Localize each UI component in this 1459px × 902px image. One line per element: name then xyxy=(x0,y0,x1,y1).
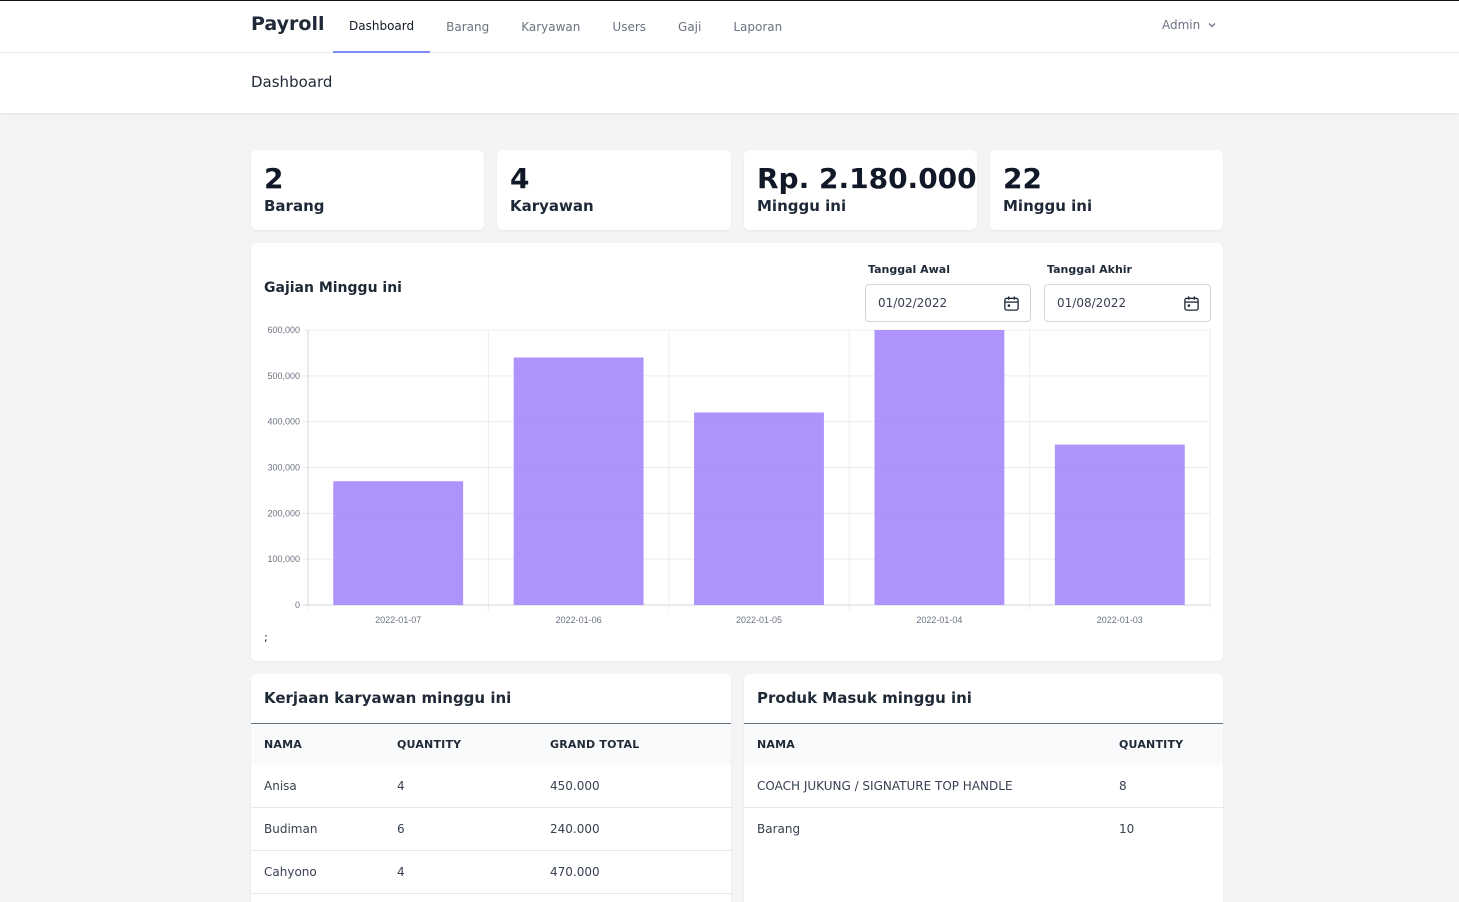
y-tick-label: 400,000 xyxy=(267,417,300,427)
user-name: Admin xyxy=(1162,18,1201,32)
col-quantity: QUANTITY xyxy=(1119,738,1184,751)
stat-label: Karyawan xyxy=(510,197,594,215)
chart-bar xyxy=(694,412,824,605)
main-nav: Dashboard Barang Karyawan Users Gaji Lap… xyxy=(333,1,798,53)
chart-title: Gajian Minggu ini xyxy=(264,280,402,296)
y-tick-label: 100,000 xyxy=(267,554,300,564)
cell-quantity: 10 xyxy=(1119,822,1135,836)
chart-bar xyxy=(333,481,464,605)
table-row: Cahyono 4 470.000 xyxy=(251,851,731,894)
cell-quantity: 4 xyxy=(397,779,405,793)
end-date-value: 01/08/2022 xyxy=(1057,296,1127,310)
stat-card-karyawan: 4 Karyawan xyxy=(497,150,731,230)
cell-nama: COACH JUKUNG / SIGNATURE TOP HANDLE xyxy=(757,779,1013,793)
stat-label: Minggu ini xyxy=(1003,197,1093,215)
nav-karyawan[interactable]: Karyawan xyxy=(505,1,596,53)
product-table-card: Produk Masuk minggu ini NAMA QUANTITY CO… xyxy=(744,674,1223,902)
x-tick-label: 2022-01-07 xyxy=(375,615,421,625)
table-row: Budiman 6 240.000 xyxy=(251,808,731,851)
calendar-icon[interactable] xyxy=(1003,295,1020,312)
work-table-title: Kerjaan karyawan minggu ini xyxy=(264,689,512,707)
stat-label: Barang xyxy=(264,197,325,215)
table-row: Barang 10 xyxy=(744,808,1223,851)
stat-card-minggu-ini: 22 Minggu ini xyxy=(990,150,1223,230)
chevron-down-icon xyxy=(1208,23,1216,28)
stat-card-barang: 2 Barang xyxy=(251,150,484,230)
table-header: NAMA QUANTITY GRAND TOTAL xyxy=(251,723,731,765)
top-navbar: Payroll Dashboard Barang Karyawan Users … xyxy=(0,0,1459,53)
table-row: COACH JUKUNG / SIGNATURE TOP HANDLE 8 xyxy=(744,765,1223,808)
col-nama: NAMA xyxy=(757,738,795,751)
table-header: NAMA QUANTITY xyxy=(744,723,1223,765)
bar-chart: 0 100,000 200,000 300,000 400,000 500,000 600,… xyxy=(267,325,1211,625)
table-row: Anisa 4 450.000 xyxy=(251,765,731,808)
y-tick-label: 0 xyxy=(295,600,300,610)
page-header: Dashboard xyxy=(0,53,1459,113)
product-table-title: Produk Masuk minggu ini xyxy=(757,689,972,707)
cell-nama: Budiman xyxy=(264,822,318,836)
stat-value: Rp. 2.180.000 xyxy=(757,162,977,195)
nav-dashboard[interactable]: Dashboard xyxy=(333,1,431,53)
brand-logo[interactable]: Payroll xyxy=(251,13,325,35)
nav-barang[interactable]: Barang xyxy=(430,1,505,53)
x-tick-label: 2022-01-03 xyxy=(1097,615,1143,625)
stat-value: 2 xyxy=(264,162,284,195)
chart-bar xyxy=(874,330,1005,605)
chart-bar xyxy=(1054,444,1185,605)
chart-card: Gajian Minggu ini Tanggal Awal 01/02/202… xyxy=(251,243,1223,661)
chart-bar xyxy=(513,357,644,605)
cell-nama: Barang xyxy=(757,822,801,836)
start-date-input[interactable]: 01/02/2022 xyxy=(865,284,1031,322)
stat-value: 4 xyxy=(510,162,530,195)
stat-card-total-gaji: Rp. 2.180.000 Minggu ini xyxy=(744,150,977,230)
cell-grand-total: 470.000 xyxy=(550,865,600,879)
cell-quantity: 6 xyxy=(397,822,405,836)
nav-laporan[interactable]: Laporan xyxy=(717,1,798,53)
x-tick-label: 2022-01-06 xyxy=(556,615,602,625)
y-tick-label: 500,000 xyxy=(267,371,300,381)
start-date-label: Tanggal Awal xyxy=(868,263,950,276)
y-tick-label: 600,000 xyxy=(267,325,300,335)
col-grand-total: GRAND TOTAL xyxy=(550,738,640,751)
col-nama: NAMA xyxy=(264,738,302,751)
work-table-card: Kerjaan karyawan minggu ini NAMA QUANTIT… xyxy=(251,674,731,902)
nav-gaji[interactable]: Gaji xyxy=(662,1,717,53)
y-tick-label: 200,000 xyxy=(267,508,300,518)
page-title: Dashboard xyxy=(251,73,333,91)
stat-label: Minggu ini xyxy=(757,197,847,215)
calendar-icon[interactable] xyxy=(1183,295,1200,312)
y-tick-label: 300,000 xyxy=(267,463,300,473)
chart-footnote: ; xyxy=(264,631,268,644)
user-menu[interactable]: Admin xyxy=(1162,18,1216,32)
nav-users[interactable]: Users xyxy=(596,1,662,53)
end-date-label: Tanggal Akhir xyxy=(1047,263,1132,276)
cell-grand-total: 240.000 xyxy=(550,822,600,836)
cell-nama: Anisa xyxy=(264,779,297,793)
cell-quantity: 8 xyxy=(1119,779,1127,793)
start-date-value: 01/02/2022 xyxy=(878,296,948,310)
stat-value: 22 xyxy=(1003,162,1042,195)
x-tick-label: 2022-01-04 xyxy=(916,615,962,625)
cell-nama: Cahyono xyxy=(264,865,317,879)
cell-grand-total: 450.000 xyxy=(550,779,600,793)
x-tick-label: 2022-01-05 xyxy=(736,615,782,625)
cell-quantity: 4 xyxy=(397,865,405,879)
end-date-input[interactable]: 01/08/2022 xyxy=(1044,284,1211,322)
col-quantity: QUANTITY xyxy=(397,738,462,751)
